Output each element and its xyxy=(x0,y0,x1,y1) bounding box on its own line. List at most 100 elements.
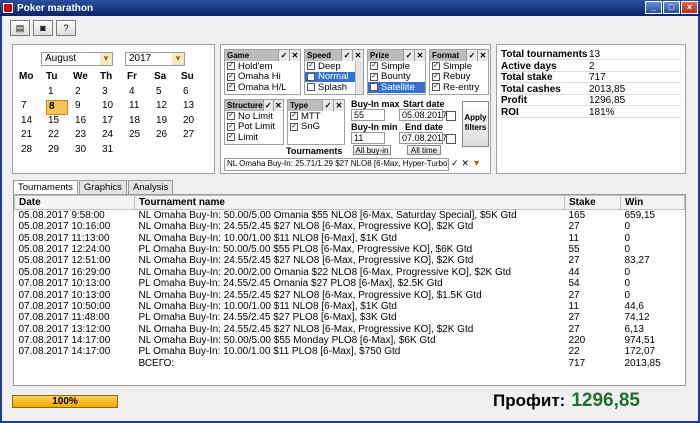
filter-option[interactable]: ✓ MTT xyxy=(288,111,344,122)
checkbox[interactable]: ✓ xyxy=(432,83,440,92)
calendar-day[interactable]: 21 xyxy=(19,129,46,144)
uncheck-all-icon[interactable]: ✕ xyxy=(352,50,363,61)
calendar-day[interactable]: 22 xyxy=(46,129,73,144)
filter-option[interactable]: ✓ Simple xyxy=(368,61,425,72)
checkbox[interactable]: ✓ xyxy=(227,72,235,81)
end-date-checkbox[interactable] xyxy=(446,134,456,144)
tab-tournaments[interactable]: Tournaments xyxy=(13,180,78,195)
filter-option[interactable]: Satellite xyxy=(368,82,425,93)
all-time-button[interactable]: All time xyxy=(407,145,441,155)
buyin-min-input[interactable]: 11 xyxy=(351,132,385,144)
calendar-day[interactable]: 5 xyxy=(154,86,181,101)
database-button[interactable]: ▤ xyxy=(10,20,30,36)
checkbox[interactable]: ✓ xyxy=(290,122,298,131)
calendar-day[interactable]: 29 xyxy=(46,144,73,159)
checkbox[interactable]: ✓ xyxy=(307,72,315,81)
check-all-icon[interactable]: ✓ xyxy=(322,100,333,111)
check-all-icon[interactable]: ✓ xyxy=(262,100,273,111)
checkbox[interactable]: ✓ xyxy=(432,72,440,81)
checkbox[interactable]: ✓ xyxy=(432,62,440,71)
close-button[interactable]: × xyxy=(681,1,698,14)
filter-option[interactable]: ✓ Rebuy xyxy=(430,71,488,82)
calendar-day[interactable]: 4 xyxy=(127,86,154,101)
filter-option[interactable]: ✓ Bounty xyxy=(368,71,425,82)
end-date-input[interactable]: 07.08.2017 xyxy=(399,132,447,144)
buyin-max-input[interactable]: 55 xyxy=(351,109,385,121)
calendar-day[interactable]: 31 xyxy=(100,144,127,159)
table-row[interactable]: 05.08.2017 12:24:00 PL Omaha Buy-In: 50.0… xyxy=(15,244,685,255)
checkbox[interactable] xyxy=(370,83,378,92)
minimize-button[interactable]: _ xyxy=(645,1,662,14)
calendar-day[interactable]: 25 xyxy=(127,129,154,144)
filter-option[interactable]: ✓ No Limit xyxy=(225,111,283,122)
calendar-day[interactable]: 8 xyxy=(46,100,68,115)
checkbox[interactable]: ✓ xyxy=(227,122,235,131)
camera-button[interactable]: ◙ xyxy=(33,20,53,36)
checkbox[interactable]: ✓ xyxy=(227,112,235,121)
close-icon[interactable]: ✕ xyxy=(462,158,470,169)
check-all-icon[interactable]: ✓ xyxy=(341,50,352,61)
calendar-day[interactable]: 10 xyxy=(100,100,127,115)
filter-option[interactable]: ✓ Limit xyxy=(225,132,283,143)
column-header-win[interactable]: Win xyxy=(620,195,685,210)
column-header-stake[interactable]: Stake xyxy=(564,195,621,210)
scrollbar[interactable] xyxy=(355,61,363,94)
check-all-icon[interactable]: ✓ xyxy=(403,50,414,61)
table-row[interactable]: 05.08.2017 9:58:00 NL Omaha Buy-In: 50.00… xyxy=(15,210,685,222)
filter-option[interactable]: ✓ Re-entry xyxy=(430,82,488,93)
column-header-name[interactable]: Tournament name xyxy=(134,195,565,210)
table-row[interactable]: 05.08.2017 11:13:00 NL Omaha Buy-In: 10.0… xyxy=(15,232,685,244)
calendar-day[interactable]: 27 xyxy=(181,129,208,144)
chevron-down-icon[interactable]: ▼ xyxy=(472,158,481,169)
help-button[interactable]: ? xyxy=(56,20,76,36)
uncheck-all-icon[interactable]: ✕ xyxy=(289,50,300,61)
tab-graphics[interactable]: Graphics xyxy=(78,180,127,194)
filter-option[interactable]: ✓ Omaha Hi xyxy=(225,71,300,82)
checkbox[interactable]: ✓ xyxy=(227,62,235,71)
table-row[interactable]: 05.08.2017 10:16:00 NL Omaha Buy-In: 24.5… xyxy=(15,221,685,232)
checkbox[interactable]: ✓ xyxy=(307,62,315,71)
table-row[interactable]: 07.08.2017 11:48:00 PL Omaha Buy-In: 24.5… xyxy=(15,312,685,323)
calendar-day[interactable]: 13 xyxy=(181,100,208,115)
start-date-checkbox[interactable] xyxy=(446,111,456,121)
check-all-icon[interactable]: ✓ xyxy=(278,50,289,61)
table-row[interactable]: 07.08.2017 14:17:00 NL Omaha Buy-In: 50.0… xyxy=(15,335,685,346)
calendar-day[interactable]: 26 xyxy=(154,129,181,144)
filter-option[interactable]: ✓ Hold'em xyxy=(225,61,300,72)
checkbox[interactable]: ✓ xyxy=(370,72,378,81)
checkbox[interactable] xyxy=(307,83,315,92)
calendar-day[interactable]: 23 xyxy=(73,129,100,144)
calendar-day[interactable]: 9 xyxy=(73,100,100,115)
table-row[interactable]: 07.08.2017 13:12:00 NL Omaha Buy-In: 24.5… xyxy=(15,324,685,335)
table-row[interactable]: 07.08.2017 10:13:00 NL Omaha Buy-In: 24.5… xyxy=(15,289,685,301)
apply-filters-button[interactable]: Apply filters xyxy=(462,101,489,147)
filter-option[interactable]: ✓ Omaha H/L xyxy=(225,82,300,93)
checkbox[interactable]: ✓ xyxy=(290,112,298,121)
checkbox[interactable]: ✓ xyxy=(370,62,378,71)
calendar-day[interactable]: 14 xyxy=(19,115,46,130)
uncheck-all-icon[interactable]: ✕ xyxy=(333,100,344,111)
calendar-day[interactable]: 30 xyxy=(73,144,100,159)
uncheck-all-icon[interactable]: ✕ xyxy=(414,50,425,61)
calendar-day[interactable]: 18 xyxy=(127,115,154,130)
table-row[interactable]: 05.08.2017 12:51:00 NL Omaha Buy-In: 24.5… xyxy=(15,255,685,266)
calendar-day[interactable]: 15 xyxy=(46,115,73,130)
tab-analysis[interactable]: Analysis xyxy=(127,180,174,194)
uncheck-all-icon[interactable]: ✕ xyxy=(477,50,488,61)
calendar-day[interactable]: 17 xyxy=(100,115,127,130)
filter-option[interactable]: ✓ Simple xyxy=(430,61,488,72)
calendar-day[interactable]: 7 xyxy=(19,100,46,115)
calendar-day[interactable]: 28 xyxy=(19,144,46,159)
year-select[interactable]: 2017 ▼ xyxy=(125,52,185,66)
calendar-day[interactable]: 6 xyxy=(181,86,208,101)
calendar-day[interactable]: 19 xyxy=(154,115,181,130)
calendar-day[interactable]: 16 xyxy=(73,115,100,130)
uncheck-all-icon[interactable]: ✕ xyxy=(272,100,283,111)
filter-option[interactable]: ✓ SnG xyxy=(288,121,344,132)
table-row[interactable]: 07.08.2017 10:13:00 PL Omaha Buy-In: 24.5… xyxy=(15,278,685,289)
calendar-day[interactable]: 20 xyxy=(181,115,208,130)
calendar-day[interactable]: 1 xyxy=(46,86,73,101)
all-buyin-button[interactable]: All buy-in xyxy=(353,145,391,155)
month-select[interactable]: August ▼ xyxy=(41,52,113,66)
column-header-date[interactable]: Date xyxy=(14,195,135,210)
